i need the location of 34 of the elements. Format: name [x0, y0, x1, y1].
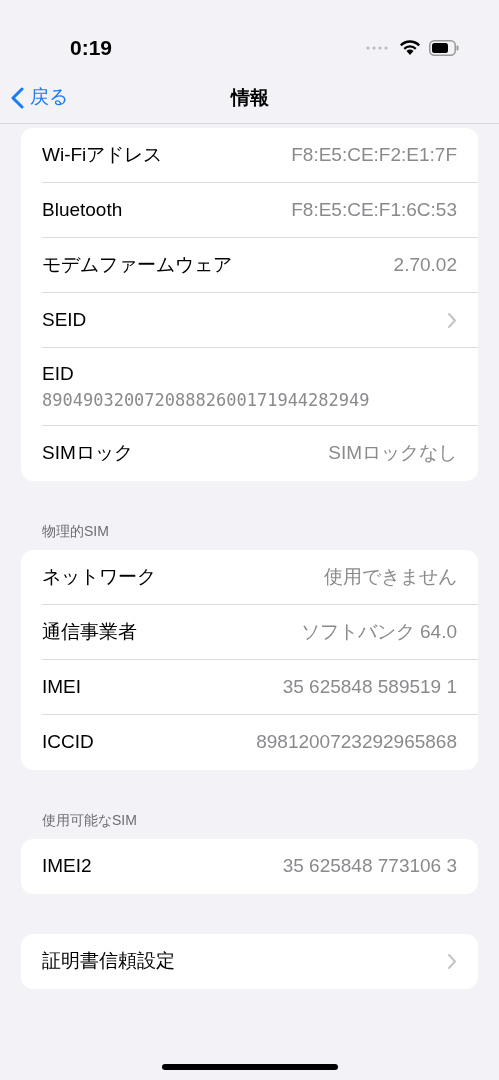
row-value: F8:E5:CE:F2:E1:7F — [291, 142, 457, 167]
row-label: IMEI2 — [42, 854, 92, 879]
row-label: 証明書信頼設定 — [42, 949, 175, 974]
settings-row[interactable]: 証明書信頼設定 — [42, 934, 478, 989]
battery-icon — [429, 40, 459, 56]
row-label: IMEI — [42, 674, 82, 699]
row-label: ネットワーク — [42, 564, 156, 589]
row-label: 通信事業者 — [42, 619, 137, 644]
page-title: 情報 — [230, 85, 269, 110]
settings-row[interactable]: SEID — [42, 293, 478, 348]
row-value: 89049032007208882600171944282949 — [42, 389, 370, 412]
row-label: SIMロック — [42, 441, 133, 466]
chevron-right-icon — [447, 953, 457, 970]
row-value: F8:E5:CE:F1:6C:53 — [291, 197, 457, 222]
row-label: モデムファームウェア — [42, 252, 232, 277]
row-label: EID — [42, 361, 74, 386]
row-value: SIMロックなし — [328, 441, 457, 466]
row-value: 8981200723292965868 — [256, 730, 457, 755]
time-label: 0:19 — [70, 35, 113, 62]
section-header: 物理的SIM — [42, 523, 109, 539]
wifi-icon — [399, 40, 421, 56]
row-value: 35 625848 589519 1 — [282, 674, 457, 699]
row-label: Bluetooth — [42, 197, 123, 222]
back-button[interactable]: 戻る — [0, 83, 68, 112]
chevron-right-icon — [447, 311, 457, 329]
row-value: 2.70.02 — [393, 252, 457, 277]
row-label: SEID — [42, 307, 87, 332]
row-value: ソフトバンク 64.0 — [300, 619, 457, 644]
section-header: 使用可能なSIM — [42, 812, 137, 828]
row-value: 使用できません — [324, 564, 457, 589]
row-label: ICCID — [42, 730, 94, 755]
chevron-left-icon — [10, 86, 24, 109]
row-label: Wi-Fiアドレス — [42, 142, 163, 167]
row-value: 35 625848 773106 3 — [282, 854, 457, 879]
